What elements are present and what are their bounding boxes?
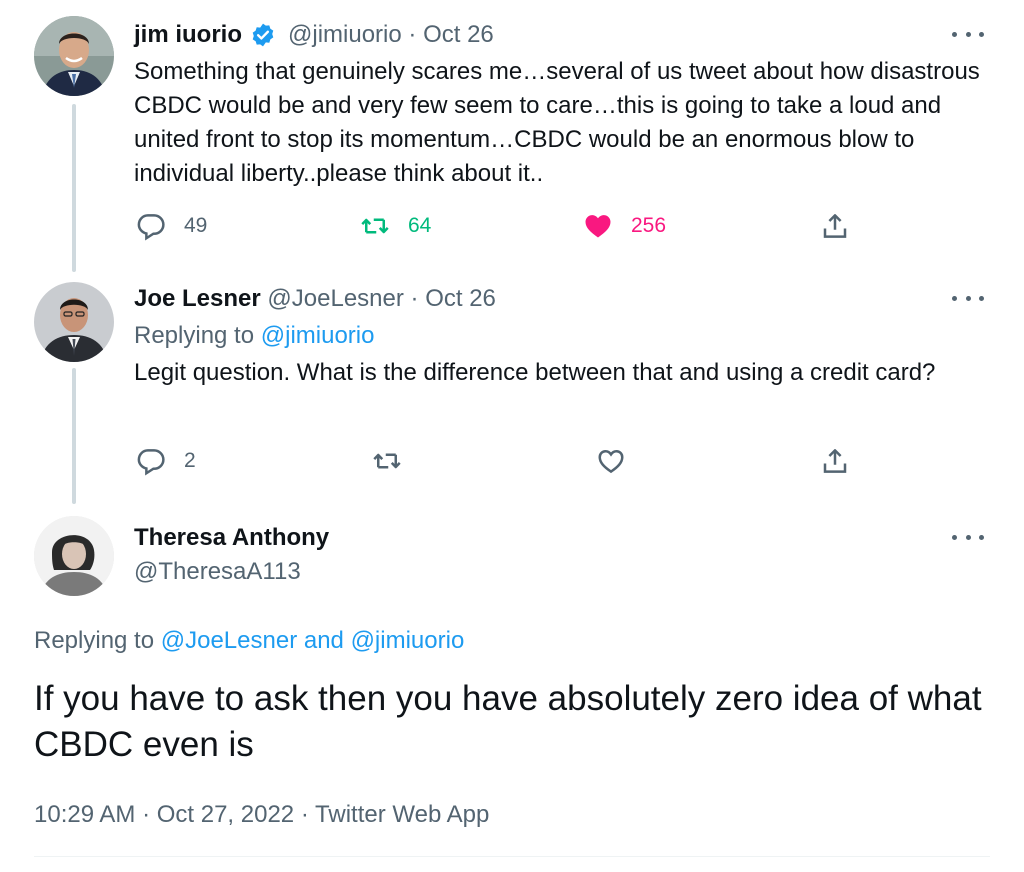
heart-icon — [596, 446, 626, 476]
replying-to-links[interactable]: @JoeLesner and @jimiuorio — [161, 627, 465, 654]
replying-to: Replying to @jimiuorio — [134, 322, 374, 350]
more-options-icon[interactable] — [952, 527, 984, 547]
reply-count: 2 — [184, 449, 196, 472]
retweet-button[interactable]: 64 — [360, 211, 431, 241]
meta-separator: · — [410, 285, 419, 312]
tweet-header: Joe Lesner @JoeLesner · Oct 26 — [134, 285, 496, 313]
reply-count: 49 — [184, 214, 208, 237]
reply-button[interactable]: 49 — [136, 211, 207, 241]
replying-to-label: Replying to — [34, 627, 155, 654]
replying-to: Replying to @JoeLesner and @jimiuorio — [34, 627, 464, 655]
retweet-icon — [360, 211, 390, 241]
more-options-icon[interactable] — [952, 288, 984, 308]
meta-separator: · — [408, 21, 417, 48]
divider — [34, 856, 990, 857]
share-button[interactable] — [820, 211, 850, 241]
thread-line — [72, 104, 76, 272]
verified-badge-icon — [250, 22, 276, 48]
thread-line — [72, 368, 76, 504]
reply-icon — [136, 446, 166, 476]
tweet-date[interactable]: Oct 26 — [423, 21, 494, 48]
reply-icon — [136, 211, 166, 241]
like-button[interactable]: 256 — [583, 211, 666, 241]
replying-to-label: Replying to — [134, 322, 255, 349]
author-name[interactable]: jim iuorio — [134, 21, 242, 49]
share-icon — [820, 446, 850, 476]
more-options-icon[interactable] — [952, 24, 984, 44]
retweet-icon — [372, 446, 402, 476]
share-icon — [820, 211, 850, 241]
replying-to-link[interactable]: @jimiuorio — [261, 322, 375, 349]
share-button[interactable] — [820, 446, 850, 476]
avatar-jim-iuorio[interactable] — [34, 16, 114, 96]
like-count: 256 — [631, 214, 667, 237]
tweet-timestamp[interactable]: 10:29 AM · Oct 27, 2022 · Twitter Web Ap… — [34, 801, 489, 829]
retweet-button[interactable] — [372, 446, 402, 476]
like-button[interactable] — [596, 446, 626, 476]
tweet-text: If you have to ask then you have absolut… — [34, 679, 982, 764]
tweet-meta: @jimiuorio · Oct 26 — [288, 21, 494, 49]
avatar-theresa-anthony[interactable] — [34, 516, 114, 596]
tweet-date[interactable]: Oct 26 — [425, 285, 496, 312]
reply-button[interactable]: 2 — [136, 446, 196, 476]
author-name[interactable]: Joe Lesner — [134, 285, 261, 312]
avatar-joe-lesner[interactable] — [34, 282, 114, 362]
tweet-text: Something that genuinely scares me…sever… — [134, 58, 980, 187]
author-handle[interactable]: @TheresaA113 — [134, 558, 301, 586]
retweet-count: 64 — [408, 214, 432, 237]
author-handle[interactable]: @JoeLesner — [267, 285, 403, 312]
author-name[interactable]: Theresa Anthony — [134, 524, 329, 552]
author-handle[interactable]: @jimiuorio — [288, 21, 402, 48]
heart-filled-icon — [583, 211, 613, 241]
tweet-text: Legit question. What is the difference b… — [134, 359, 936, 386]
